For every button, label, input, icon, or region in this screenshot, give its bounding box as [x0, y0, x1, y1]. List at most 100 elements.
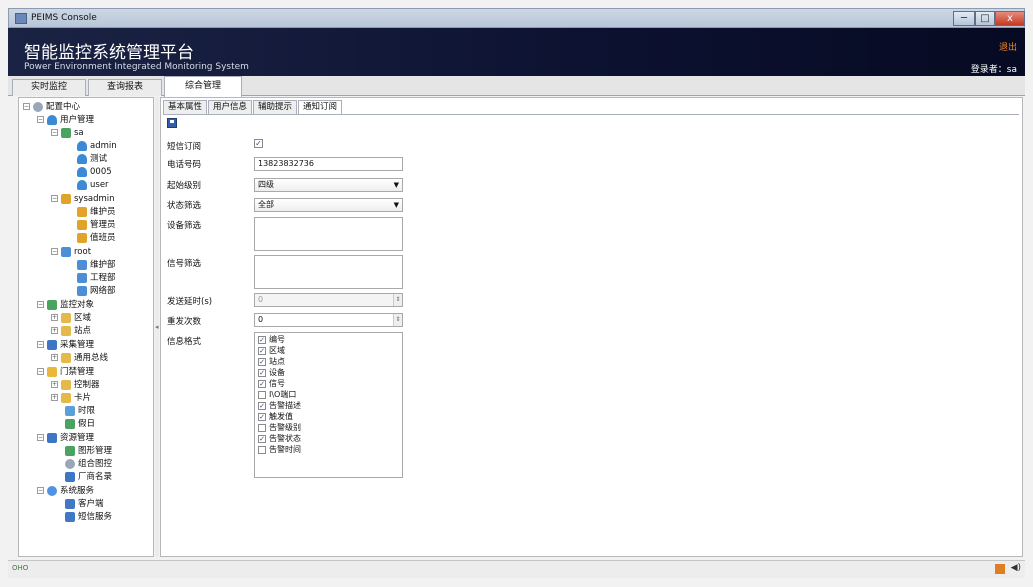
dropdown-arrow-icon[interactable]: ▼: [394, 179, 399, 191]
format-checkbox[interactable]: ✓: [258, 346, 266, 355]
tab-user-info[interactable]: 用户信息: [208, 100, 252, 115]
tree-node-controller[interactable]: + 控制器: [51, 379, 100, 391]
expand-icon[interactable]: +: [51, 394, 58, 401]
send-delay-input[interactable]: 0 ⇕: [254, 293, 403, 307]
tree-node-role-maintainer[interactable]: 维护员: [77, 206, 116, 218]
format-item-alarm-level[interactable]: 告警级别: [258, 423, 301, 433]
tree-node-resource-management[interactable]: − 资源管理: [37, 432, 94, 444]
close-button[interactable]: x: [995, 11, 1025, 26]
collapse-icon[interactable]: −: [51, 129, 58, 136]
tree-node-region[interactable]: + 区域: [51, 312, 91, 324]
tree-node-dept-network[interactable]: 网络部: [77, 285, 116, 297]
collapse-icon[interactable]: −: [37, 301, 44, 308]
format-checkbox[interactable]: [258, 390, 266, 399]
collapse-icon[interactable]: −: [23, 103, 30, 110]
maximize-button[interactable]: □: [975, 11, 995, 26]
tree-node-time-limit[interactable]: 时限: [65, 405, 95, 417]
save-icon[interactable]: [167, 118, 177, 128]
tree-node-role-duty[interactable]: 值班员: [77, 232, 116, 244]
tab-query-reports[interactable]: 查询报表: [88, 79, 162, 96]
format-item-device[interactable]: ✓ 设备: [258, 368, 285, 378]
expand-icon[interactable]: +: [51, 327, 58, 334]
retry-count-input[interactable]: 0 ⇕: [254, 313, 403, 327]
tree-node-general-bus[interactable]: + 通用总线: [51, 352, 108, 364]
alarm-icon[interactable]: [995, 564, 1005, 574]
tree-node-access-control[interactable]: − 门禁管理: [37, 366, 94, 378]
expand-icon[interactable]: +: [51, 314, 58, 321]
collapse-icon[interactable]: −: [37, 487, 44, 494]
tree-node-sms-service[interactable]: 短信服务: [65, 511, 112, 523]
tab-hints[interactable]: 辅助提示: [253, 100, 297, 115]
spinner-icon[interactable]: ⇕: [393, 314, 402, 326]
minimize-button[interactable]: ─: [953, 11, 975, 26]
collapse-icon[interactable]: −: [37, 434, 44, 441]
info-format-label: 信息格式: [167, 337, 202, 347]
tree-node-group-sysadmin[interactable]: − sysadmin: [51, 193, 115, 205]
format-checkbox[interactable]: ✓: [258, 357, 266, 366]
tree-node-user-management[interactable]: − 用户管理: [37, 114, 94, 126]
tree-node-holiday[interactable]: 假日: [65, 418, 95, 430]
tree-node-dept-engineering[interactable]: 工程部: [77, 272, 116, 284]
start-level-select[interactable]: 四级 ▼: [254, 178, 403, 192]
format-item-io-port[interactable]: I\O端口: [258, 390, 296, 400]
tree-node-system-services[interactable]: − 系统服务: [37, 485, 94, 497]
device-filter-box[interactable]: [254, 217, 403, 251]
tree-node-config-center[interactable]: − 配置中心: [23, 101, 80, 113]
format-checkbox[interactable]: ✓: [258, 412, 266, 421]
tree-node-user-test[interactable]: 测试: [77, 153, 107, 165]
speaker-icon[interactable]: ◀): [1011, 563, 1021, 573]
tree-node-user-0005[interactable]: 0005: [77, 166, 112, 178]
tab-notification-subscription[interactable]: 通知订阅: [298, 100, 342, 115]
folder-icon: [61, 312, 71, 323]
logout-link[interactable]: 退出: [999, 40, 1017, 53]
tree-node-dept-maintenance[interactable]: 维护部: [77, 259, 116, 271]
format-checkbox[interactable]: [258, 423, 266, 432]
tree-node-combo-control[interactable]: 组合图控: [65, 458, 112, 470]
splitter-arrow-icon[interactable]: ◂: [155, 323, 159, 331]
format-item-alarm-status[interactable]: ✓ 告警状态: [258, 434, 301, 444]
format-checkbox[interactable]: ✓: [258, 335, 266, 344]
tree-node-card[interactable]: + 卡片: [51, 392, 91, 404]
spinner-icon[interactable]: ⇕: [393, 294, 402, 306]
phone-input[interactable]: 13823832736: [254, 157, 403, 171]
tree-node-client[interactable]: 客户端: [65, 498, 104, 510]
format-item-region[interactable]: ✓ 区域: [258, 346, 285, 356]
collapse-icon[interactable]: −: [37, 116, 44, 123]
format-checkbox[interactable]: ✓: [258, 368, 266, 377]
signal-filter-box[interactable]: [254, 255, 403, 289]
format-item-alarm-time[interactable]: 告警时间: [258, 445, 301, 455]
tab-basic-properties[interactable]: 基本属性: [163, 100, 207, 115]
panel-splitter[interactable]: ◂: [155, 97, 159, 557]
expand-icon[interactable]: +: [51, 354, 58, 361]
tree-node-user-admin[interactable]: admin: [77, 140, 117, 152]
tab-realtime-monitoring[interactable]: 实时监控: [12, 79, 86, 96]
format-item-number[interactable]: ✓ 编号: [258, 335, 285, 345]
status-filter-select[interactable]: 全部 ▼: [254, 198, 403, 212]
tree-node-site[interactable]: + 站点: [51, 325, 91, 337]
collapse-icon[interactable]: −: [51, 248, 58, 255]
format-checkbox[interactable]: [258, 445, 266, 454]
tree-node-role-manager[interactable]: 管理员: [77, 219, 116, 231]
window-title-bar[interactable]: PEIMS Console ─ □ x: [8, 8, 1025, 28]
tree-node-vendor-list[interactable]: 厂商名录: [65, 471, 112, 483]
collapse-icon[interactable]: −: [37, 368, 44, 375]
dropdown-arrow-icon[interactable]: ▼: [394, 199, 399, 211]
format-item-alarm-desc[interactable]: ✓ 告警描述: [258, 401, 301, 411]
tree-node-user-user[interactable]: user: [77, 179, 109, 191]
tree-node-group-sa[interactable]: − sa: [51, 127, 84, 139]
format-checkbox[interactable]: ✓: [258, 401, 266, 410]
expand-icon[interactable]: +: [51, 381, 58, 388]
tree-node-collection-management[interactable]: − 采集管理: [37, 339, 94, 351]
tab-admin[interactable]: 综合管理: [164, 76, 242, 97]
format-item-signal[interactable]: ✓ 信号: [258, 379, 285, 389]
tree-node-graphic-management[interactable]: 图形管理: [65, 445, 112, 457]
format-item-site[interactable]: ✓ 站点: [258, 357, 285, 367]
format-item-trigger-value[interactable]: ✓ 触发值: [258, 412, 293, 422]
collapse-icon[interactable]: −: [37, 341, 44, 348]
tree-node-org-root[interactable]: − root: [51, 246, 91, 258]
collapse-icon[interactable]: −: [51, 195, 58, 202]
format-checkbox[interactable]: ✓: [258, 379, 266, 388]
format-checkbox[interactable]: ✓: [258, 434, 266, 443]
sms-subscribe-checkbox[interactable]: ✓: [254, 139, 263, 148]
tree-node-monitor-objects[interactable]: − 监控对象: [37, 299, 94, 311]
